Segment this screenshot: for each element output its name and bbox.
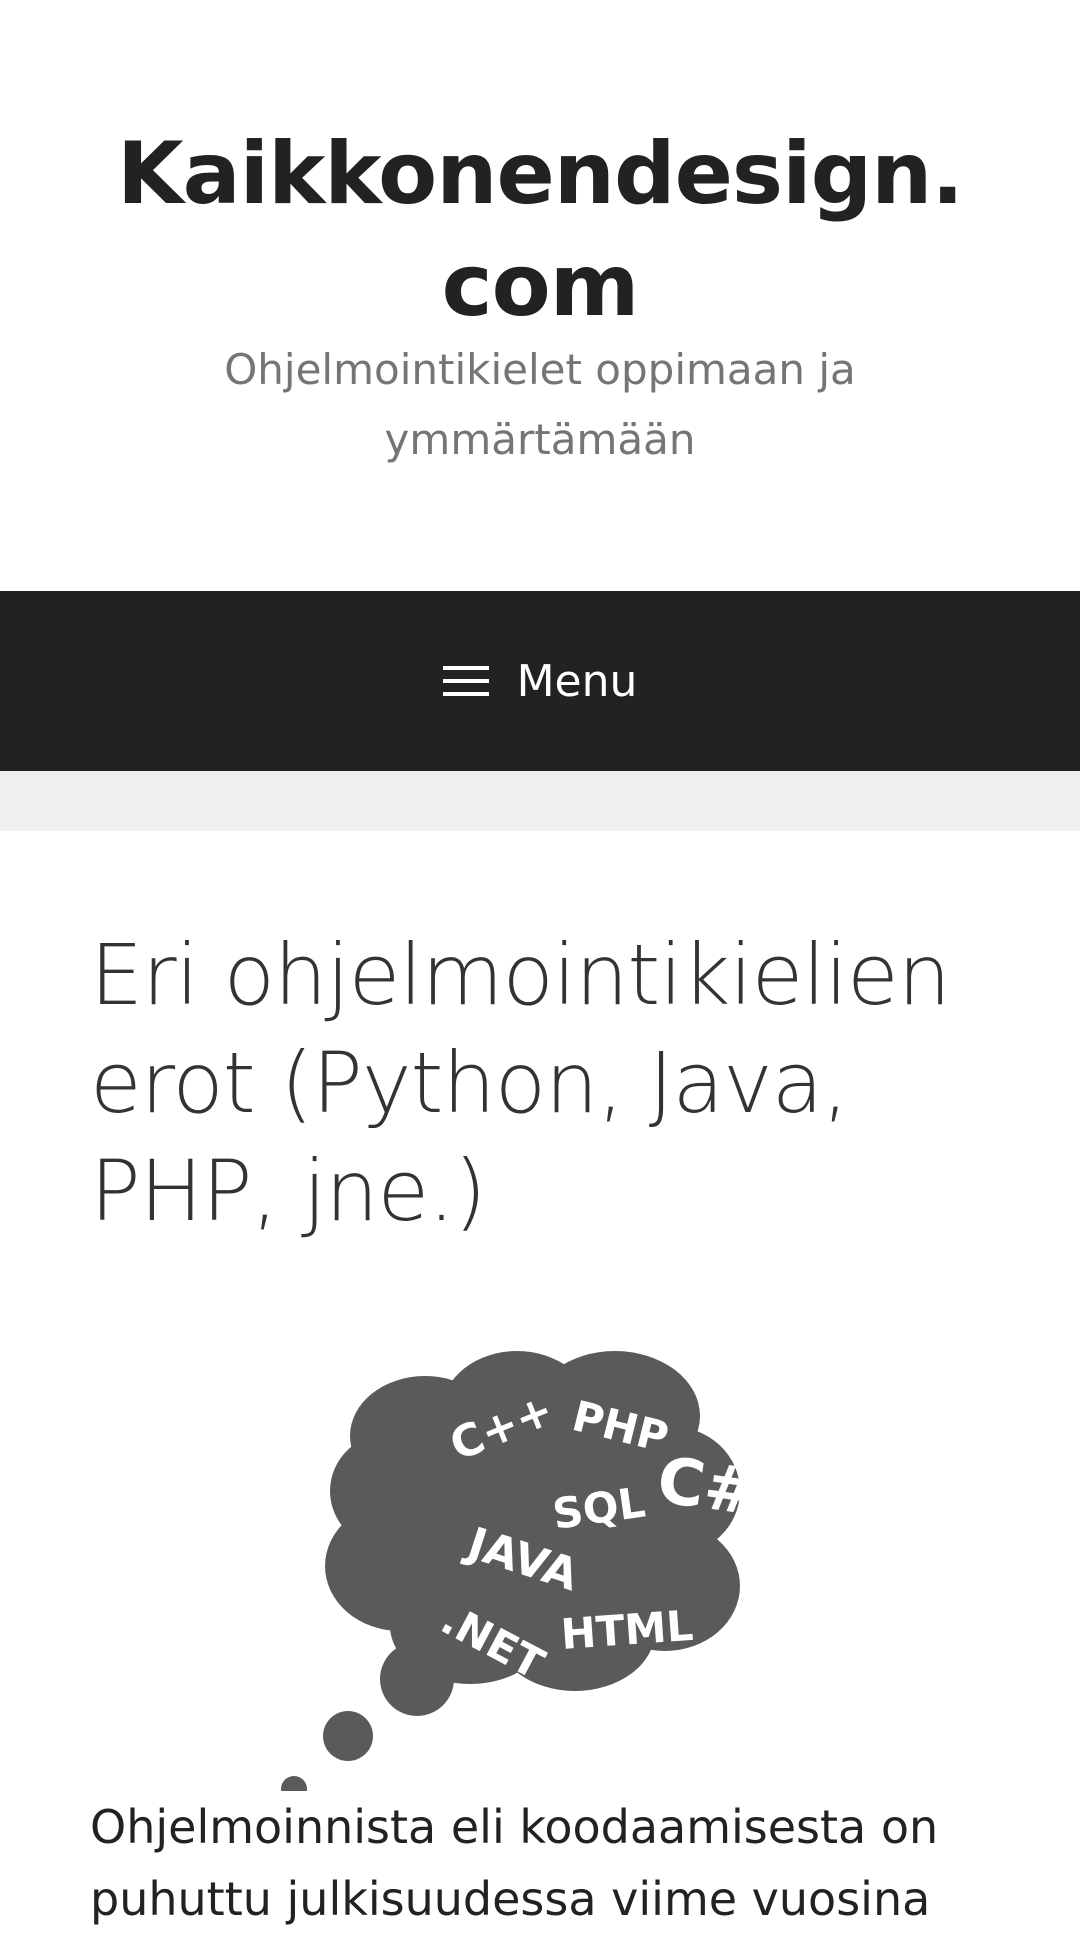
menu-label: Menu bbox=[516, 655, 638, 707]
cloud-label-html: HTML bbox=[559, 1601, 694, 1659]
site-tagline: Ohjelmointikielet oppimaan ja ymmärtämää… bbox=[224, 345, 856, 464]
post-title: Eri ohjelmointikielien erot (Python, Jav… bbox=[90, 926, 951, 1240]
menu-toggle-button[interactable]: Menu bbox=[442, 655, 638, 707]
site-header: Kaikkonendesign. com Ohjelmointikielet o… bbox=[0, 0, 1080, 590]
post-intro-line: puhuttu julkisuudessa viime vuosina bbox=[90, 1872, 931, 1926]
post-content: Eri ohjelmointikielien erot (Python, Jav… bbox=[0, 831, 1080, 1926]
programming-languages-thought-cloud-image: C++ PHP C# SQL JAVA .NET HTML bbox=[281, 1351, 763, 1791]
header-separator-band bbox=[0, 771, 1080, 831]
main-navigation: Menu bbox=[0, 591, 1080, 771]
post-intro-line: Ohjelmoinnista eli koodaamisesta on bbox=[90, 1800, 939, 1854]
post-intro-paragraph: Ohjelmoinnista eli koodaamisesta on puhu… bbox=[90, 1791, 1050, 1935]
hamburger-icon bbox=[442, 664, 489, 698]
cloud-label-csharp: C# bbox=[653, 1444, 763, 1531]
site-title[interactable]: Kaikkonendesign. com bbox=[60, 118, 1020, 342]
